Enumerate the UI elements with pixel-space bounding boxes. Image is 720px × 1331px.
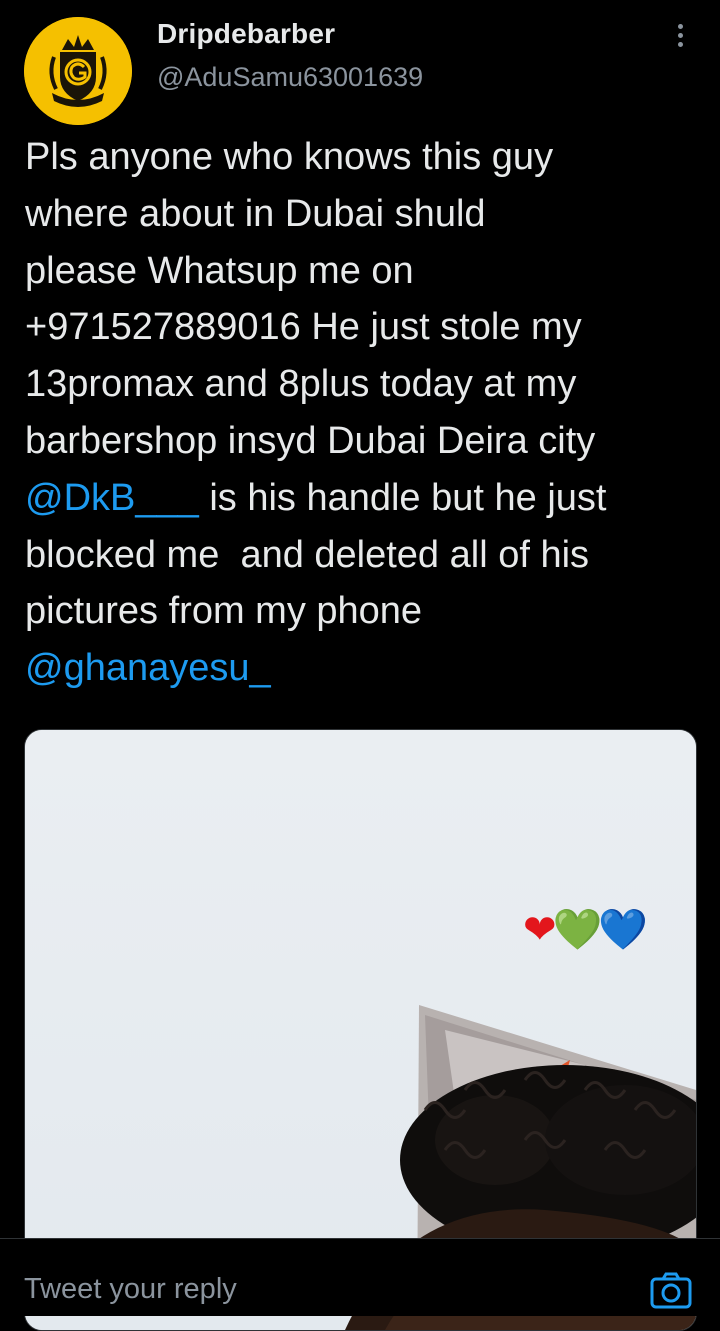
camera-icon[interactable] [650, 1271, 692, 1309]
more-vertical-icon[interactable] [668, 20, 692, 54]
crest-logo-icon [24, 17, 132, 125]
reply-input[interactable]: Tweet your reply [24, 1273, 237, 1306]
author-handle[interactable]: @AduSamu63001639 [157, 62, 423, 93]
tweet-text: Pls anyone who knows this guy where abou… [25, 129, 705, 697]
mention-link[interactable]: @ghanayesu_ [25, 647, 271, 689]
author-display-name[interactable]: Dripdebarber [157, 18, 335, 50]
reply-bar: Tweet your reply [0, 1238, 720, 1316]
tweet-header: Dripdebarber @AduSamu63001639 [0, 0, 720, 125]
avatar[interactable] [24, 17, 132, 125]
tweet-text-part: Pls anyone who knows this guy where abou… [25, 136, 596, 462]
mention-link[interactable]: @DkB___ [25, 477, 199, 519]
